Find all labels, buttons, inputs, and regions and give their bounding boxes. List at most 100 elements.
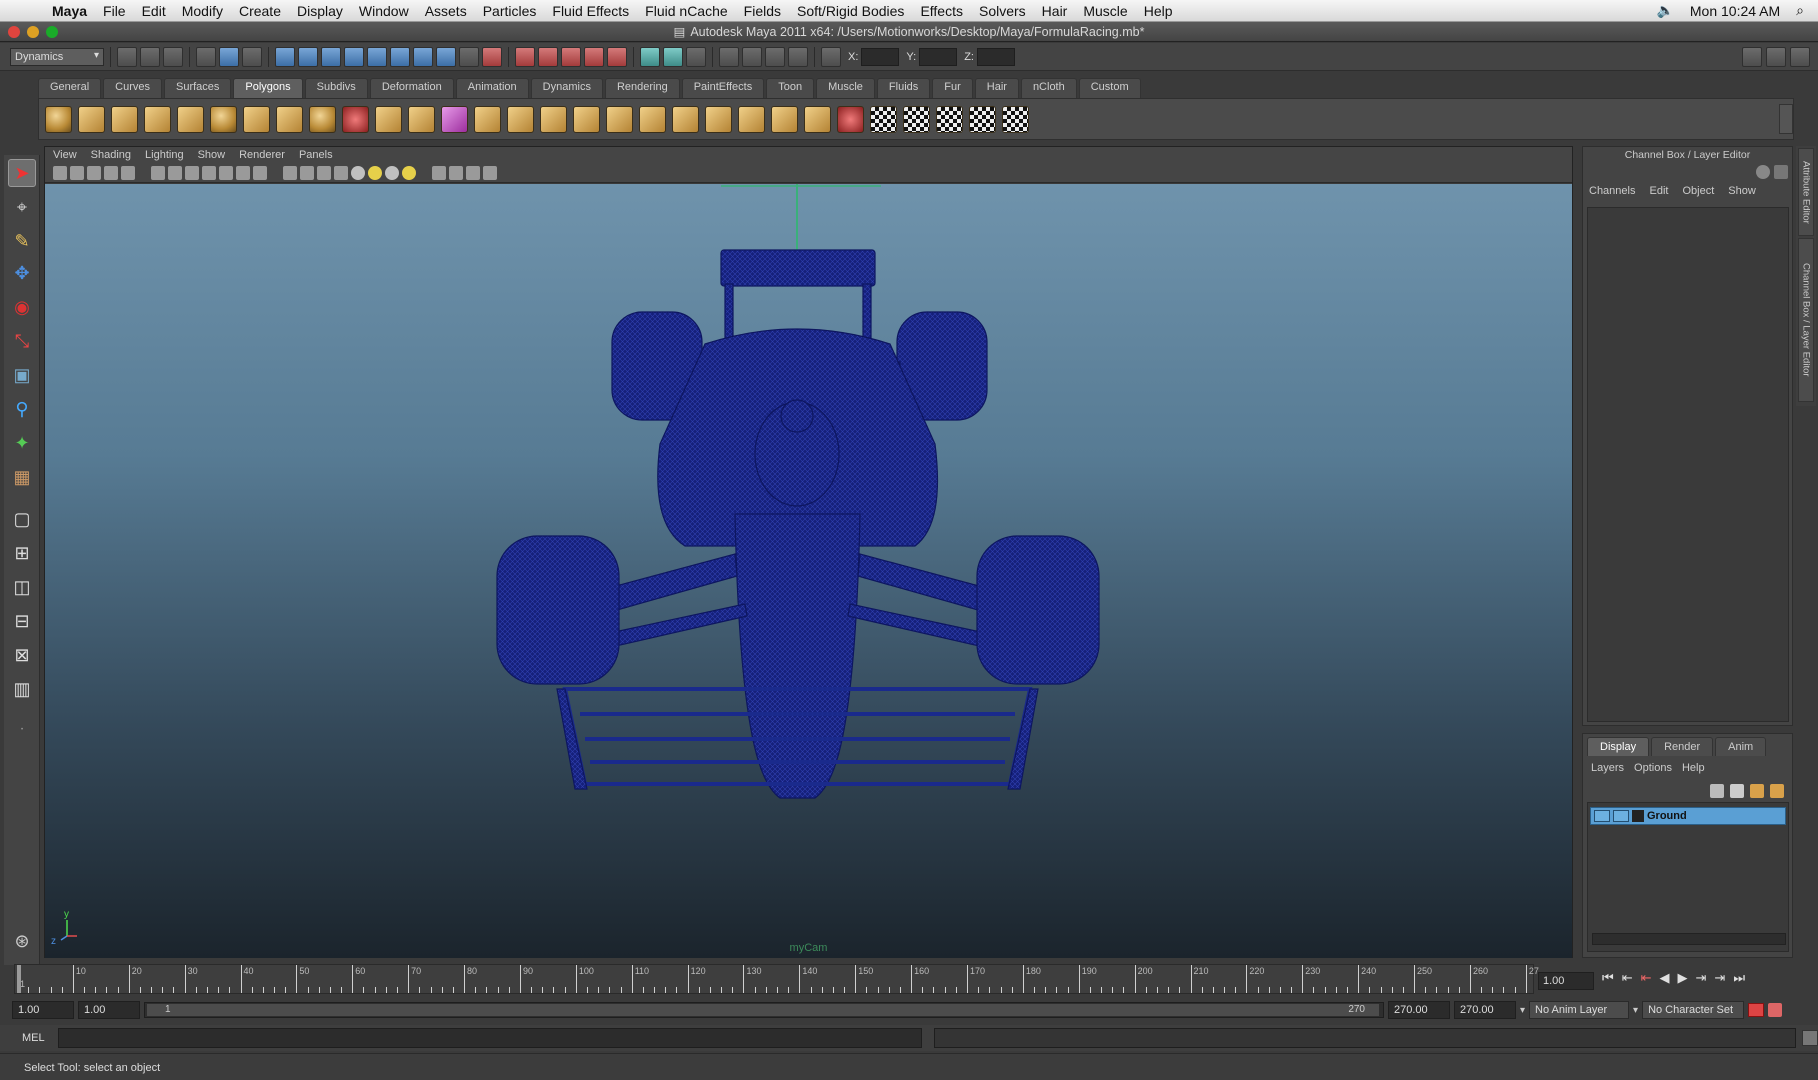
- play-backwards-icon[interactable]: ◀: [1660, 970, 1670, 986]
- viewport-menu-shading[interactable]: Shading: [91, 149, 131, 161]
- gate-mask-icon[interactable]: [202, 165, 216, 180]
- anim-layer-dropdown[interactable]: No Anim Layer: [1529, 1001, 1630, 1019]
- uv-planar-mapping-icon[interactable]: [870, 105, 897, 133]
- lasso-tool-icon[interactable]: ⌖: [8, 193, 36, 221]
- animation-end-field[interactable]: 270.00: [1454, 1001, 1516, 1019]
- script-editor-icon[interactable]: [1802, 1030, 1818, 1046]
- zoom-window-button[interactable]: [46, 26, 58, 38]
- channel-box-panel-toggle-icon[interactable]: [1790, 46, 1810, 67]
- isolate-select-icon[interactable]: [449, 165, 463, 180]
- shelf-tab-fur[interactable]: Fur: [932, 78, 973, 98]
- viewport-menu-lighting[interactable]: Lighting: [145, 149, 184, 161]
- minimize-window-button[interactable]: [27, 26, 39, 38]
- input-line-icon[interactable]: [640, 46, 660, 67]
- channel-box-pane[interactable]: [1587, 207, 1789, 722]
- shelf-tab-polygons[interactable]: Polygons: [233, 78, 303, 98]
- move-tool-icon[interactable]: ✥: [8, 259, 36, 287]
- single-perspective-layout-icon[interactable]: ▢: [8, 505, 36, 533]
- menu-edit[interactable]: Edit: [134, 3, 174, 19]
- select-component-icon[interactable]: [242, 46, 262, 67]
- layer-tab-render[interactable]: Render: [1651, 737, 1714, 756]
- show-manipulator-icon[interactable]: ✦: [8, 429, 36, 457]
- shelf-tab-dynamics[interactable]: Dynamics: [530, 78, 603, 98]
- append-polygon-icon[interactable]: [540, 105, 567, 133]
- range-bar[interactable]: 1 270: [147, 1004, 1379, 1016]
- film-gate-icon[interactable]: [168, 165, 182, 180]
- channel-box-side-tab[interactable]: Channel Box / Layer Editor: [1798, 238, 1814, 402]
- menu-solvers[interactable]: Solvers: [971, 3, 1034, 19]
- play-forwards-icon[interactable]: ▶: [1678, 970, 1688, 986]
- snap-point-icon[interactable]: [321, 46, 341, 67]
- shadows-icon[interactable]: [385, 165, 399, 180]
- layer-color-swatch-icon[interactable]: [1632, 810, 1644, 822]
- shelf-tab-surfaces[interactable]: Surfaces: [163, 78, 232, 98]
- menu-fluid-effects[interactable]: Fluid Effects: [544, 3, 637, 19]
- bridge-icon[interactable]: [507, 105, 534, 133]
- poly-cube-icon[interactable]: [78, 105, 105, 133]
- wireframe-icon[interactable]: [283, 165, 297, 180]
- separate-icon[interactable]: [375, 105, 402, 133]
- persp-outliner-layout-icon[interactable]: ◫: [8, 573, 36, 601]
- wedge-icon[interactable]: [738, 105, 765, 133]
- channel-box-settings-icon[interactable]: [1774, 165, 1788, 179]
- grease-pencil-icon[interactable]: [121, 165, 135, 180]
- menu-fluid-ncache[interactable]: Fluid nCache: [637, 3, 736, 19]
- hypershade-icon[interactable]: [584, 46, 604, 67]
- split-polygon-icon[interactable]: [573, 105, 600, 133]
- channel-box-menu-show[interactable]: Show: [1728, 185, 1756, 197]
- viewport-menu-panels[interactable]: Panels: [299, 149, 333, 161]
- combine-icon[interactable]: [342, 105, 369, 133]
- z-field[interactable]: [976, 47, 1015, 66]
- playback-end-field[interactable]: 270.00: [1388, 1001, 1450, 1019]
- poly-sphere-icon[interactable]: [45, 105, 72, 133]
- shelf-tab-fluids[interactable]: Fluids: [876, 78, 931, 98]
- poly-soccer-ball-icon[interactable]: [309, 105, 336, 133]
- y-field[interactable]: [919, 47, 958, 66]
- history-icon[interactable]: [390, 46, 410, 67]
- sculpt-geometry-icon[interactable]: [837, 105, 864, 133]
- menu-hair[interactable]: Hair: [1034, 3, 1076, 19]
- quick-layout-icon[interactable]: ⊛: [8, 927, 36, 955]
- poly-pyramid-icon[interactable]: [243, 105, 270, 133]
- scale-tool-icon[interactable]: ⤡: [8, 327, 36, 355]
- create-empty-layer-icon[interactable]: [1710, 784, 1724, 798]
- channel-box-menu-edit[interactable]: Edit: [1649, 185, 1668, 197]
- menu-fields[interactable]: Fields: [736, 3, 789, 19]
- viewport-menu-view[interactable]: View: [53, 149, 77, 161]
- shelf-tab-ncloth[interactable]: nCloth: [1020, 78, 1077, 98]
- smooth-shade-icon[interactable]: [300, 165, 314, 180]
- menu-modify[interactable]: Modify: [174, 3, 231, 19]
- shelf-tab-custom[interactable]: Custom: [1078, 78, 1141, 98]
- menu-soft-rigid-bodies[interactable]: Soft/Rigid Bodies: [789, 3, 912, 19]
- current-frame-field[interactable]: 1.00: [1538, 972, 1594, 990]
- tool-settings-toggle-icon[interactable]: [1766, 46, 1786, 67]
- lock-icon[interactable]: [459, 46, 479, 67]
- range-bar-track[interactable]: 1 270: [144, 1002, 1384, 1018]
- safe-action-icon[interactable]: [236, 165, 250, 180]
- layer-display-type-toggle[interactable]: [1613, 810, 1629, 822]
- close-window-button[interactable]: [8, 26, 20, 38]
- character-set-dropdown[interactable]: No Character Set: [1642, 1001, 1745, 1019]
- insert-edge-loop-icon[interactable]: [606, 105, 633, 133]
- animation-preferences-icon[interactable]: [1768, 1003, 1783, 1017]
- step-back-key-icon[interactable]: ⇤: [1622, 970, 1633, 986]
- absolute-transform-icon[interactable]: [742, 46, 762, 67]
- perspective-viewport[interactable]: View Shading Lighting Show Renderer Pane…: [44, 146, 1573, 958]
- poly-plane-icon[interactable]: [177, 105, 204, 133]
- universal-manipulator-icon[interactable]: ▣: [8, 361, 36, 389]
- character-set-dropdown-arrow-icon[interactable]: ▾: [1633, 1005, 1638, 1016]
- four-view-layout-icon[interactable]: ⊞: [8, 539, 36, 567]
- menu-assets[interactable]: Assets: [417, 3, 475, 19]
- volume-icon[interactable]: 🔈: [1656, 2, 1673, 19]
- help-icon[interactable]: [436, 46, 456, 67]
- paint-select-tool-icon[interactable]: ✎: [8, 227, 36, 255]
- image-plane-icon[interactable]: [104, 165, 118, 180]
- layer-tab-anim[interactable]: Anim: [1715, 737, 1767, 756]
- layer-menu-options[interactable]: Options: [1634, 762, 1672, 774]
- snap-grid-icon[interactable]: [275, 46, 295, 67]
- fill-hole-icon[interactable]: [771, 105, 798, 133]
- offset-edge-loop-icon[interactable]: [639, 105, 666, 133]
- shelf-tab-hair[interactable]: Hair: [974, 78, 1019, 98]
- channel-box-menu-channels[interactable]: Channels: [1589, 185, 1635, 197]
- textured-icon[interactable]: [334, 165, 348, 180]
